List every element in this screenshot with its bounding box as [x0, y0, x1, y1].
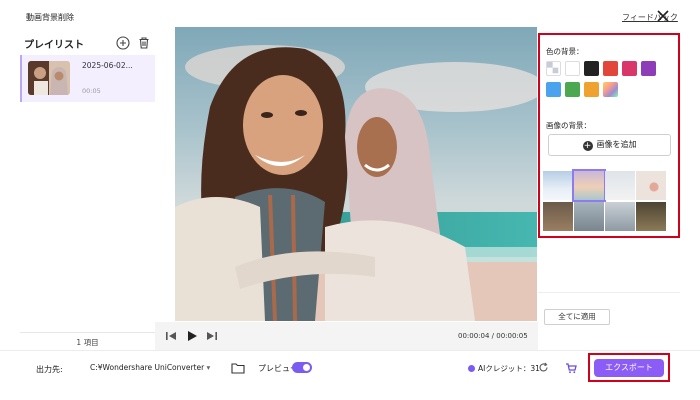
playlist-count: 1 項目: [20, 332, 155, 348]
color-background-label: 色の背景：: [546, 47, 584, 56]
bg-thumb-library[interactable]: [636, 202, 666, 231]
export-highlight: エクスポート: [588, 353, 670, 382]
close-icon[interactable]: [655, 8, 671, 24]
apply-all-button[interactable]: 全てに適用: [544, 309, 610, 325]
app-title: 動画背景削除: [26, 13, 74, 22]
refresh-icon[interactable]: [538, 362, 549, 373]
trash-icon[interactable]: [137, 36, 151, 50]
image-background-label: 画像の背景：: [546, 121, 591, 130]
output-path-select[interactable]: C:¥Wondershare UniConverter ▾: [90, 360, 220, 376]
bg-thumb-beach-sunset[interactable]: [572, 169, 606, 202]
cart-icon[interactable]: [565, 362, 577, 374]
playlist-title: プレイリスト: [24, 40, 84, 51]
playback-time: 00:00:04 / 00:00:05: [458, 332, 528, 340]
bg-thumb-city-street[interactable]: [574, 202, 604, 231]
gradient-swatch[interactable]: [603, 82, 618, 97]
bg-thumb-flowers[interactable]: [636, 171, 666, 200]
purple-swatch[interactable]: [641, 61, 656, 76]
previous-frame-icon[interactable]: [164, 329, 178, 343]
panel-divider: [538, 292, 680, 293]
ai-credit: AIクレジット：31: [468, 363, 540, 374]
add-circle-icon[interactable]: [116, 36, 130, 50]
credit-icon: [468, 365, 475, 372]
bg-thumb-winter-field[interactable]: [605, 171, 635, 200]
white-swatch[interactable]: [565, 61, 580, 76]
player-controls: 00:00:04 / 00:00:05: [155, 322, 538, 350]
ai-credit-label: AIクレジット：31: [478, 364, 540, 373]
plus-icon: +: [582, 141, 593, 151]
output-path-value: C:¥Wondershare UniConverter: [90, 363, 205, 372]
green-swatch[interactable]: [565, 82, 580, 97]
chevron-down-icon: ▾: [204, 363, 211, 372]
next-frame-icon[interactable]: [205, 329, 219, 343]
add-image-label: 画像を追加: [596, 140, 637, 149]
orange-swatch[interactable]: [584, 82, 599, 97]
playlist-item-duration: 00:05: [82, 87, 101, 95]
add-image-button[interactable]: + 画像を追加: [548, 134, 671, 156]
bottom-divider: [0, 350, 700, 351]
output-label: 出力先:: [36, 365, 63, 374]
preview-toggle[interactable]: [292, 362, 312, 373]
bg-thumb-living-room[interactable]: [543, 202, 573, 231]
playlist-item[interactable]: 2025-06-02... 00:05: [20, 55, 155, 102]
folder-icon[interactable]: [231, 362, 245, 374]
playlist-header: プレイリスト: [24, 34, 154, 52]
red-swatch[interactable]: [603, 61, 618, 76]
black-swatch[interactable]: [584, 61, 599, 76]
playlist-item-name: 2025-06-02...: [82, 61, 133, 70]
toggle-knob: [303, 364, 310, 371]
video-preview: [175, 27, 537, 321]
transparent-swatch[interactable]: [546, 61, 561, 76]
export-button[interactable]: エクスポート: [594, 359, 664, 377]
bg-thumb-snow-landscape[interactable]: [543, 171, 573, 200]
play-icon[interactable]: [185, 329, 199, 343]
blue-swatch[interactable]: [546, 82, 561, 97]
bg-thumb-office[interactable]: [605, 202, 635, 231]
pink-swatch[interactable]: [622, 61, 637, 76]
background-panel: 色の背景： 画像の背景： + 画像を追加: [538, 33, 680, 238]
video-thumbnail: [28, 61, 70, 95]
